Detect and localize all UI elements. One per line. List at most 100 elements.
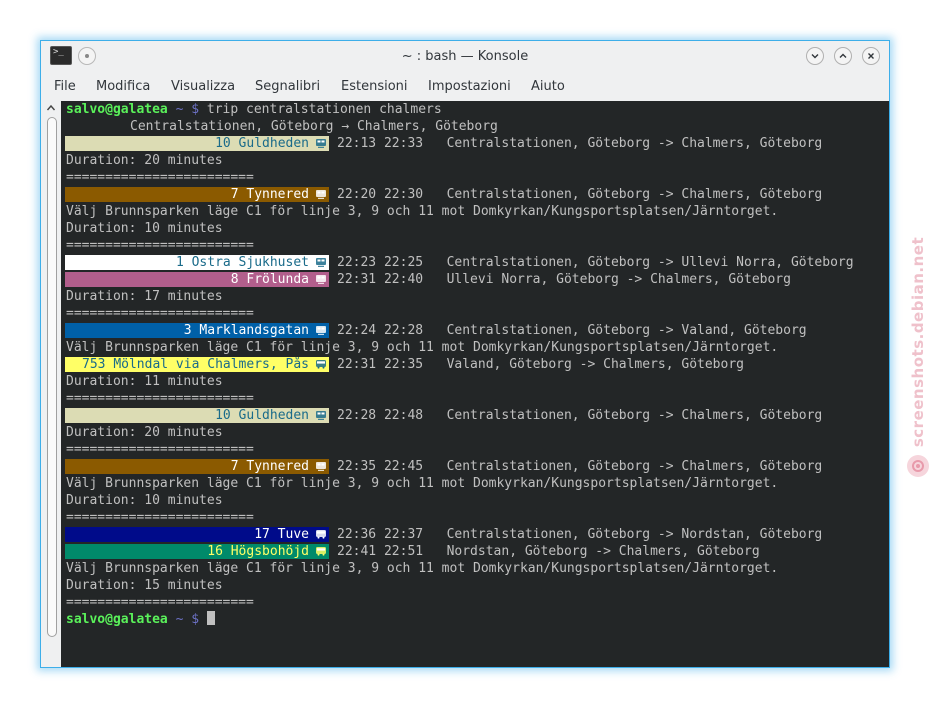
menu-modifica[interactable]: Modifica (96, 79, 150, 94)
departure-arrival-times: 22:31 22:40 (337, 272, 424, 287)
route-badge: 8 Frölunda (65, 272, 329, 287)
bus-icon (316, 530, 326, 539)
route-line-label: 16 Högsbohöjd (207, 544, 309, 559)
route-description: Centralstationen, Göteborg -> Chalmers, … (446, 187, 823, 202)
route-description: Centralstationen, Göteborg -> Nordstan, … (446, 527, 823, 542)
departure-arrival-times: 22:35 22:45 (337, 459, 424, 474)
route-badge: 7 Tynnered (65, 459, 329, 474)
text-cursor (206, 611, 215, 625)
trip-duration: Duration: 11 minutes (66, 374, 223, 389)
trip-separator: ======================== (66, 510, 254, 525)
menu-impostazioni[interactable]: Impostazioni (428, 79, 511, 94)
trip-separator: ======================== (66, 238, 254, 253)
route-times: 22:31 22:40 Ullevi Norra, Göteborg -> Ch… (337, 271, 791, 288)
route-times: 22:35 22:45 Centralstationen, Göteborg -… (337, 458, 822, 475)
route-line-label: 753 Mölndal via Chalmers, Pås (82, 357, 309, 372)
route-line-label: 10 Guldheden (215, 136, 309, 151)
route-times: 22:23 22:25 Centralstationen, Göteborg -… (337, 254, 854, 271)
menu-visualizza[interactable]: Visualizza (171, 79, 235, 94)
prompt-path: ~ $ (175, 102, 200, 117)
konsole-window: >_ ~ : bash — Konsole File Modifica Visu… (40, 40, 890, 668)
trip-duration: Duration: 15 minutes (66, 578, 223, 593)
route-description: Centralstationen, Göteborg -> Ullevi Nor… (446, 255, 854, 270)
bus-icon (316, 547, 326, 556)
route-description: Ullevi Norra, Göteborg -> Chalmers, Göte… (446, 272, 791, 287)
route-badge: 16 Högsbohöjd (65, 544, 329, 559)
route-badge: 7 Tynnered (65, 187, 329, 202)
route-line-label: 1 Östra Sjukhuset (175, 255, 309, 270)
departure-arrival-times: 22:24 22:28 (337, 323, 424, 338)
route-line-label: 3 Marklandsgatan (183, 323, 309, 338)
trip-note: Välj Brunnsparken läge C1 för linje 3, 9… (66, 476, 779, 491)
trip-separator: ======================== (66, 391, 254, 406)
trip-duration: Duration: 20 minutes (66, 153, 223, 168)
route-description: Centralstationen, Göteborg -> Chalmers, … (446, 136, 823, 151)
route-times: 22:24 22:28 Centralstationen, Göteborg -… (337, 322, 807, 339)
watermark-logo-icon (907, 455, 929, 477)
trip-separator: ======================== (66, 442, 254, 457)
trip-note: Välj Brunnsparken läge C1 för linje 3, 9… (66, 340, 779, 355)
prompt-user: salvo@galatea (66, 612, 168, 627)
route-badge: 10 Guldheden (65, 136, 329, 151)
route-description: Centralstationen, Göteborg -> Valand, Gö… (446, 323, 807, 338)
route-line-label: 7 Tynnered (230, 187, 309, 202)
tram-icon (316, 411, 326, 420)
scrollbar[interactable] (47, 117, 57, 637)
route-description: Centralstationen, Göteborg -> Chalmers, … (446, 459, 823, 474)
trip-duration: Duration: 10 minutes (66, 221, 223, 236)
window-title: ~ : bash — Konsole (401, 49, 529, 64)
close-icon (868, 53, 874, 59)
bus-icon (316, 360, 326, 369)
route-times: 22:28 22:48 Centralstationen, Göteborg -… (337, 407, 822, 424)
trip-note: Välj Brunnsparken läge C1 för linje 3, 9… (66, 561, 779, 576)
route-badge: 10 Guldheden (65, 408, 329, 423)
menu-file[interactable]: File (54, 79, 76, 94)
tram-icon (316, 190, 326, 199)
tram-icon (316, 326, 326, 335)
chevron-up-icon (46, 104, 56, 111)
route-line-label: 10 Guldheden (215, 408, 309, 423)
trip-separator: ======================== (66, 595, 254, 610)
menu-segnalibri[interactable]: Segnalibri (255, 79, 320, 94)
minimize-button[interactable] (806, 47, 824, 65)
prompt-path: ~ $ (175, 612, 200, 627)
departure-arrival-times: 22:20 22:30 (337, 187, 424, 202)
tram-icon (316, 275, 326, 284)
command-text: trip centralstationen chalmers (206, 102, 442, 117)
trip-separator: ======================== (66, 306, 254, 321)
route-description: Valand, Göteborg -> Chalmers, Göteborg (446, 357, 744, 372)
trip-note: Välj Brunnsparken läge C1 för linje 3, 9… (66, 204, 779, 219)
trip-separator: ======================== (66, 170, 254, 185)
departure-arrival-times: 22:36 22:37 (337, 527, 424, 542)
route-badge: 17 Tuve (65, 527, 329, 542)
terminal-view[interactable]: salvo@galatea ~ $ trip centralstationen … (61, 101, 889, 667)
trip-duration: Duration: 20 minutes (66, 425, 223, 440)
title-bar[interactable]: >_ ~ : bash — Konsole (41, 41, 889, 73)
trip-duration: Duration: 10 minutes (66, 493, 223, 508)
route-badge: 1 Östra Sjukhuset (65, 255, 329, 270)
trip-header: Centralstationen, Göteborg → Chalmers, G… (130, 119, 498, 134)
route-times: 22:13 22:33 Centralstationen, Göteborg -… (337, 135, 822, 152)
prompt-user: salvo@galatea (66, 102, 168, 117)
route-description: Nordstan, Göteborg -> Chalmers, Göteborg (446, 544, 760, 559)
route-line-label: 8 Frölunda (230, 272, 309, 287)
trip-duration: Duration: 17 minutes (66, 289, 223, 304)
tram-icon (316, 462, 326, 471)
maximize-button[interactable] (834, 47, 852, 65)
departure-arrival-times: 22:31 22:35 (337, 357, 424, 372)
command-line: salvo@galatea ~ $ trip centralstationen … (66, 101, 442, 118)
departure-arrival-times: 22:13 22:33 (337, 136, 424, 151)
departure-arrival-times: 22:23 22:25 (337, 255, 424, 270)
chevron-up-icon (839, 53, 847, 58)
route-line-label: 17 Tuve (254, 527, 309, 542)
close-button[interactable] (862, 47, 880, 65)
route-times: 22:20 22:30 Centralstationen, Göteborg -… (337, 186, 822, 203)
tram-icon (316, 139, 326, 148)
menu-estensioni[interactable]: Estensioni (341, 79, 408, 94)
menu-bar: File Modifica Visualizza Segnalibri Este… (41, 75, 889, 99)
route-line-label: 7 Tynnered (230, 459, 309, 474)
route-times: 22:36 22:37 Centralstationen, Göteborg -… (337, 526, 822, 543)
menu-aiuto[interactable]: Aiuto (531, 79, 565, 94)
route-times: 22:31 22:35 Valand, Göteborg -> Chalmers… (337, 356, 744, 373)
scroll-up-button[interactable] (44, 102, 58, 114)
